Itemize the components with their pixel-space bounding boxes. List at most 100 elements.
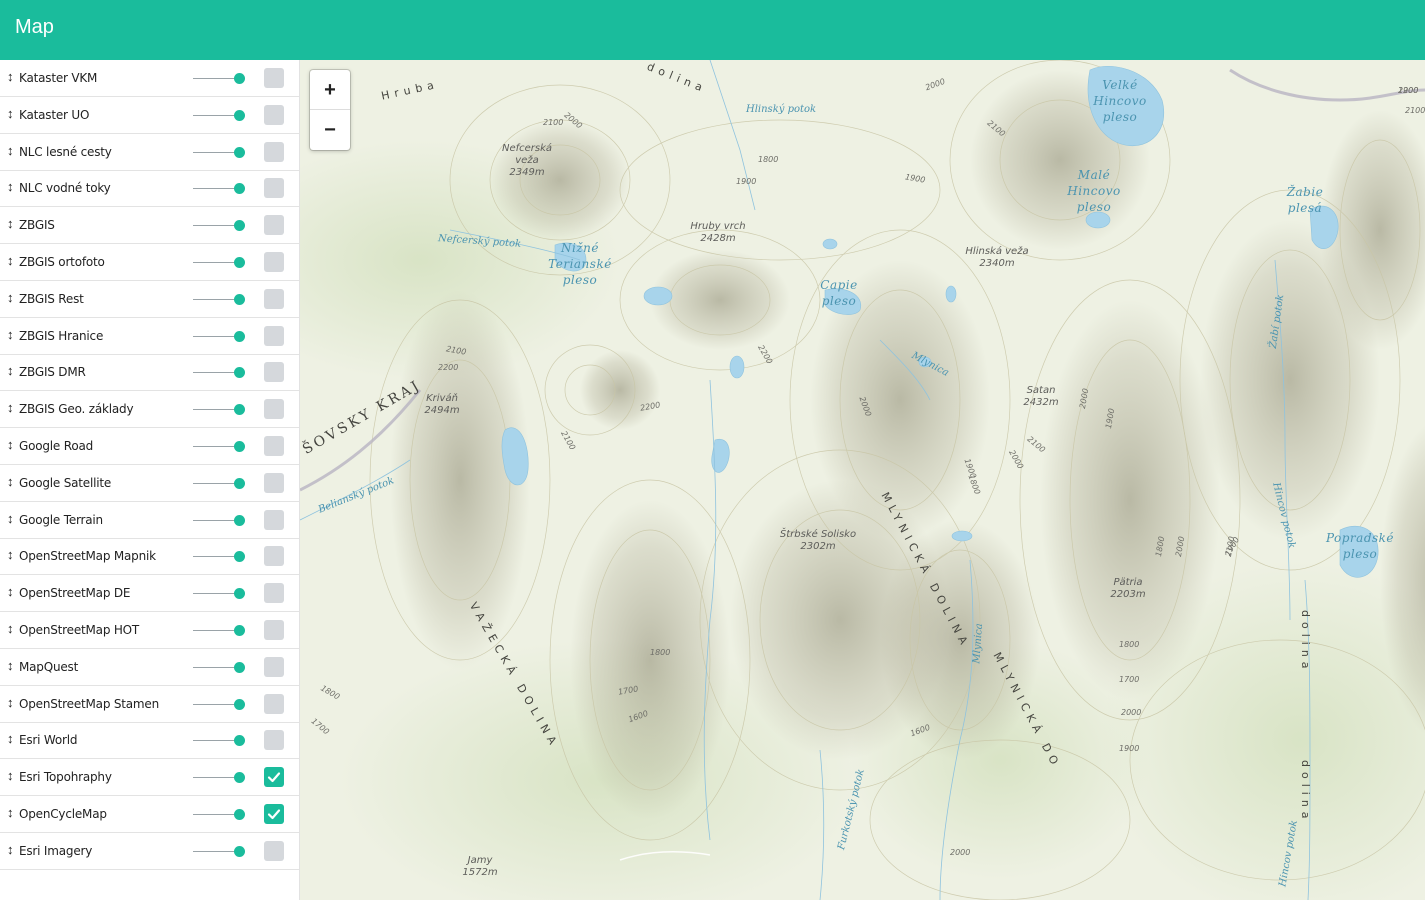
layer-visibility-checkbox[interactable]: [264, 804, 284, 824]
zoom-in-button[interactable]: +: [310, 70, 350, 110]
layer-row[interactable]: ↕ OpenStreetMap Stamen: [0, 686, 299, 723]
drag-handle-icon[interactable]: ↕: [7, 695, 14, 710]
opacity-slider-thumb[interactable]: [234, 735, 245, 747]
layer-visibility-checkbox[interactable]: [264, 325, 284, 346]
opacity-slider-thumb[interactable]: [234, 257, 245, 268]
drag-handle-icon[interactable]: ↕: [7, 400, 14, 415]
opacity-slider-thumb[interactable]: [234, 146, 245, 158]
opacity-slider-track[interactable]: [193, 593, 239, 595]
drag-handle-icon[interactable]: ↕: [7, 327, 14, 342]
layer-visibility-checkbox[interactable]: [264, 362, 284, 383]
opacity-slider-track[interactable]: [193, 446, 239, 447]
layer-visibility-checkbox[interactable]: [264, 436, 284, 456]
layer-visibility-checkbox[interactable]: [264, 730, 284, 751]
opacity-slider-thumb[interactable]: [234, 404, 245, 416]
layer-visibility-checkbox[interactable]: [264, 252, 284, 272]
layer-visibility-checkbox[interactable]: [264, 546, 284, 567]
drag-handle-icon[interactable]: ↕: [7, 768, 14, 783]
layer-row[interactable]: ↕ MapQuest: [0, 649, 299, 686]
layer-row[interactable]: ↕ OpenStreetMap DE: [0, 575, 299, 613]
layer-row[interactable]: ↕ NLC vodné toky: [0, 170, 299, 208]
opacity-slider-thumb[interactable]: [234, 551, 245, 563]
layer-visibility-checkbox[interactable]: [264, 693, 284, 714]
drag-handle-icon[interactable]: ↕: [7, 621, 14, 636]
drag-handle-icon[interactable]: ↕: [7, 547, 14, 562]
opacity-slider-track[interactable]: [193, 372, 239, 374]
opacity-slider-track[interactable]: [193, 409, 239, 411]
layer-row[interactable]: ↕ Esri Imagery: [0, 833, 299, 870]
opacity-slider-track[interactable]: [193, 850, 239, 852]
map-view[interactable]: + − Nefcerská veža 2349m Hruby vrch 2428m …: [300, 60, 1425, 900]
layer-visibility-checkbox[interactable]: [264, 288, 284, 309]
opacity-slider-thumb[interactable]: [234, 661, 245, 673]
drag-handle-icon[interactable]: ↕: [7, 253, 14, 268]
drag-handle-icon[interactable]: ↕: [7, 290, 14, 305]
opacity-slider-track[interactable]: [193, 630, 239, 631]
opacity-slider-thumb[interactable]: [234, 588, 245, 600]
layer-row[interactable]: ↕ ZBGIS Hranice: [0, 318, 299, 355]
opacity-slider-thumb[interactable]: [234, 183, 245, 195]
drag-handle-icon[interactable]: ↕: [7, 143, 14, 158]
opacity-slider-thumb[interactable]: [234, 367, 245, 379]
layer-visibility-checkbox[interactable]: [264, 472, 284, 493]
drag-handle-icon[interactable]: ↕: [7, 437, 14, 452]
layer-visibility-checkbox[interactable]: [264, 840, 284, 861]
opacity-slider-thumb[interactable]: [234, 809, 245, 820]
layer-visibility-checkbox[interactable]: [264, 178, 284, 199]
layer-row[interactable]: ↕ OpenStreetMap Mapnik: [0, 538, 299, 576]
opacity-slider-thumb[interactable]: [234, 441, 245, 452]
opacity-slider-track[interactable]: [193, 225, 239, 227]
drag-handle-icon[interactable]: ↕: [7, 731, 14, 746]
drag-handle-icon[interactable]: ↕: [7, 69, 14, 84]
opacity-slider-thumb[interactable]: [234, 845, 245, 857]
drag-handle-icon[interactable]: ↕: [7, 179, 14, 194]
layer-row[interactable]: ↕ OpenStreetMap HOT: [0, 612, 299, 649]
layer-row[interactable]: ↕ ZBGIS Rest: [0, 281, 299, 318]
opacity-slider-track[interactable]: [193, 814, 239, 815]
layer-row[interactable]: ↕ Google Terrain: [0, 502, 299, 539]
opacity-slider-thumb[interactable]: [234, 220, 245, 232]
drag-handle-icon[interactable]: ↕: [7, 511, 14, 526]
opacity-slider-thumb[interactable]: [234, 625, 245, 636]
opacity-slider-thumb[interactable]: [234, 772, 245, 784]
opacity-slider-track[interactable]: [193, 556, 239, 558]
layer-visibility-checkbox[interactable]: [264, 656, 284, 677]
zoom-out-button[interactable]: −: [310, 110, 350, 150]
layer-row[interactable]: ↕ Esri World: [0, 722, 299, 760]
opacity-slider-thumb[interactable]: [234, 73, 245, 84]
layer-visibility-checkbox[interactable]: [264, 583, 284, 604]
opacity-slider-thumb[interactable]: [234, 109, 245, 121]
opacity-slider-track[interactable]: [193, 262, 239, 263]
opacity-slider-track[interactable]: [193, 298, 239, 300]
layer-row[interactable]: ↕ Kataster VKM: [0, 60, 299, 97]
layer-row[interactable]: ↕ NLC lesné cesty: [0, 134, 299, 171]
layer-visibility-checkbox[interactable]: [264, 620, 284, 640]
layer-visibility-checkbox[interactable]: [264, 104, 284, 125]
drag-handle-icon[interactable]: ↕: [7, 216, 14, 231]
opacity-slider-thumb[interactable]: [234, 477, 245, 489]
opacity-slider-track[interactable]: [193, 703, 239, 705]
layer-row[interactable]: ↕ Google Satellite: [0, 465, 299, 502]
layer-row[interactable]: ↕ ZBGIS DMR: [0, 354, 299, 392]
layer-visibility-checkbox[interactable]: [264, 215, 284, 236]
opacity-slider-thumb[interactable]: [234, 698, 245, 710]
opacity-slider-track[interactable]: [193, 335, 239, 337]
opacity-slider-track[interactable]: [193, 777, 239, 779]
layer-visibility-checkbox[interactable]: [264, 68, 284, 88]
layer-row[interactable]: ↕ OpenCycleMap: [0, 796, 299, 833]
opacity-slider-track[interactable]: [193, 482, 239, 484]
drag-handle-icon[interactable]: ↕: [7, 842, 14, 857]
layer-row[interactable]: ↕ ZBGIS Geo. základy: [0, 391, 299, 429]
opacity-slider-track[interactable]: [193, 151, 239, 153]
drag-handle-icon[interactable]: ↕: [7, 474, 14, 489]
layer-visibility-checkbox[interactable]: [264, 767, 284, 788]
opacity-slider-thumb[interactable]: [234, 514, 245, 526]
layer-visibility-checkbox[interactable]: [264, 509, 284, 530]
opacity-slider-track[interactable]: [193, 78, 239, 79]
opacity-slider-track[interactable]: [193, 666, 239, 668]
opacity-slider-track[interactable]: [193, 740, 239, 742]
layer-visibility-checkbox[interactable]: [264, 399, 284, 420]
layer-visibility-checkbox[interactable]: [264, 141, 284, 162]
layer-row[interactable]: ↕ ZBGIS: [0, 207, 299, 245]
layer-row[interactable]: ↕ Esri Topohraphy: [0, 759, 299, 797]
